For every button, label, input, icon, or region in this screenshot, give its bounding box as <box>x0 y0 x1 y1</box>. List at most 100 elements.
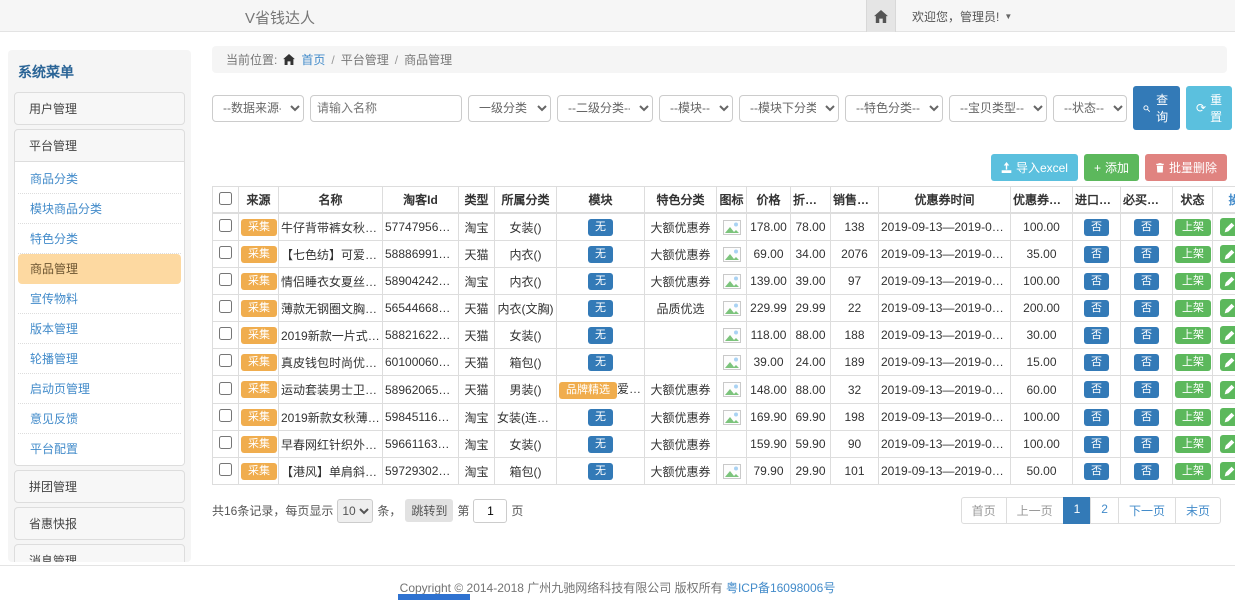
import-select-toggle[interactable]: 否 <box>1084 219 1109 236</box>
edit-button[interactable] <box>1220 408 1235 426</box>
import-select-toggle[interactable]: 否 <box>1084 273 1109 290</box>
user-menu[interactable]: 欢迎您，管理员! ▼ <box>912 8 1012 25</box>
must-buy-toggle[interactable]: 否 <box>1134 381 1159 398</box>
per-page-select[interactable]: 10 <box>337 499 373 523</box>
filter-select-数据来源[interactable]: --数据来源-- <box>212 95 304 122</box>
sidebar-item-版本管理[interactable]: 版本管理 <box>18 314 181 344</box>
row-checkbox[interactable] <box>219 409 232 422</box>
add-button[interactable]: + 添加 <box>1084 154 1139 181</box>
status-badge[interactable]: 上架 <box>1175 246 1211 263</box>
sidebar: 系统菜单 用户管理平台管理商品分类模块商品分类特色分类商品管理宣传物料版本管理轮… <box>8 50 191 562</box>
edit-button[interactable] <box>1220 218 1235 236</box>
cell-source: 采集 <box>239 458 279 485</box>
filter-select-宝贝类型[interactable]: --宝贝类型-- <box>949 95 1047 122</box>
status-badge[interactable]: 上架 <box>1175 436 1211 453</box>
sidebar-item-平台配置[interactable]: 平台配置 <box>18 434 181 463</box>
jump-prefix: 第 <box>457 502 469 519</box>
row-checkbox[interactable] <box>219 300 232 313</box>
row-checkbox[interactable] <box>219 463 232 476</box>
edit-button[interactable] <box>1220 245 1235 263</box>
edit-button[interactable] <box>1220 326 1235 344</box>
must-buy-toggle[interactable]: 否 <box>1134 354 1159 371</box>
import-select-toggle[interactable]: 否 <box>1084 354 1109 371</box>
table-row: 采集【七色纺】可爱纯棉家...588869917501天猫内衣()无大额优惠券6… <box>213 241 1235 268</box>
must-buy-toggle[interactable]: 否 <box>1134 300 1159 317</box>
sidebar-item-商品管理[interactable]: 商品管理 <box>18 254 181 284</box>
status-badge[interactable]: 上架 <box>1175 409 1211 426</box>
page-button-1[interactable]: 1 <box>1063 497 1092 524</box>
cell-discount-price: 39.00 <box>791 268 831 295</box>
row-checkbox[interactable] <box>219 219 232 232</box>
page-button-下一页[interactable]: 下一页 <box>1118 497 1176 524</box>
edit-button[interactable] <box>1220 353 1235 371</box>
must-buy-toggle[interactable]: 否 <box>1134 273 1159 290</box>
sidebar-item-启动页管理[interactable]: 启动页管理 <box>18 374 181 404</box>
row-checkbox[interactable] <box>219 327 232 340</box>
page-button-末页[interactable]: 末页 <box>1175 497 1221 524</box>
import-excel-button[interactable]: 导入excel <box>991 154 1078 181</box>
jump-button[interactable]: 跳转到 <box>405 499 453 522</box>
sidebar-item-轮播管理[interactable]: 轮播管理 <box>18 344 181 374</box>
import-select-toggle[interactable]: 否 <box>1084 300 1109 317</box>
status-badge[interactable]: 上架 <box>1175 354 1211 371</box>
filter-select-特色分类[interactable]: --特色分类-- <box>845 95 943 122</box>
filter-select-模块下分类[interactable]: --模块下分类-- <box>739 95 839 122</box>
edit-button[interactable] <box>1220 381 1235 399</box>
sidebar-group-拼团管理[interactable]: 拼团管理 <box>15 471 184 502</box>
status-badge[interactable]: 上架 <box>1175 327 1211 344</box>
must-buy-toggle[interactable]: 否 <box>1134 219 1159 236</box>
batch-delete-button[interactable]: 批量删除 <box>1145 154 1227 181</box>
import-select-toggle[interactable]: 否 <box>1084 246 1109 263</box>
search-button[interactable]: 查询 <box>1133 86 1180 130</box>
sidebar-group-消息管理[interactable]: 消息管理 <box>15 545 184 562</box>
edit-button[interactable] <box>1220 435 1235 453</box>
sidebar-group-平台管理[interactable]: 平台管理 <box>15 130 184 161</box>
must-buy-toggle[interactable]: 否 <box>1134 327 1159 344</box>
sidebar-group-省惠快报[interactable]: 省惠快报 <box>15 508 184 539</box>
page-number-input[interactable] <box>473 499 507 523</box>
must-buy-toggle[interactable]: 否 <box>1134 436 1159 453</box>
icp-link[interactable]: 粤ICP备16098006号 <box>726 581 835 595</box>
sidebar-item-意见反馈[interactable]: 意见反馈 <box>18 404 181 434</box>
import-select-toggle[interactable]: 否 <box>1084 381 1109 398</box>
status-badge[interactable]: 上架 <box>1175 219 1211 236</box>
sidebar-item-模块商品分类[interactable]: 模块商品分类 <box>18 194 181 224</box>
must-buy-toggle[interactable]: 否 <box>1134 409 1159 426</box>
row-checkbox[interactable] <box>219 436 232 449</box>
column-header-图标: 图标 <box>717 187 747 214</box>
row-checkbox[interactable] <box>219 354 232 367</box>
row-checkbox[interactable] <box>219 246 232 259</box>
cell-name: 早春网红针织外套女春... <box>279 431 383 458</box>
filter-select-一级分类[interactable]: 一级分类 <box>468 95 551 122</box>
row-checkbox[interactable] <box>219 382 232 395</box>
filter-select-模块[interactable]: --模块-- <box>659 95 733 122</box>
reset-button[interactable]: ⟳重置 <box>1186 86 1232 130</box>
sidebar-item-商品分类[interactable]: 商品分类 <box>18 164 181 194</box>
product-thumb-icon <box>723 220 741 235</box>
sidebar-group-用户管理[interactable]: 用户管理 <box>15 93 184 124</box>
home-button[interactable] <box>866 0 896 32</box>
import-select-toggle[interactable]: 否 <box>1084 327 1109 344</box>
status-badge[interactable]: 上架 <box>1175 381 1211 398</box>
edit-button[interactable] <box>1220 462 1235 480</box>
status-badge[interactable]: 上架 <box>1175 463 1211 480</box>
must-buy-toggle[interactable]: 否 <box>1134 246 1159 263</box>
filter-select-状态[interactable]: --状态-- <box>1053 95 1127 122</box>
status-badge[interactable]: 上架 <box>1175 273 1211 290</box>
sidebar-item-特色分类[interactable]: 特色分类 <box>18 224 181 254</box>
name-search-input[interactable] <box>310 95 462 122</box>
edit-button[interactable] <box>1220 272 1235 290</box>
breadcrumb-home-link[interactable]: 首页 <box>301 51 325 68</box>
page-button-2[interactable]: 2 <box>1090 497 1119 524</box>
import-select-toggle[interactable]: 否 <box>1084 463 1109 480</box>
sidebar-item-宣传物料[interactable]: 宣传物料 <box>18 284 181 314</box>
edit-button[interactable] <box>1220 299 1235 317</box>
import-select-toggle[interactable]: 否 <box>1084 436 1109 453</box>
must-buy-toggle[interactable]: 否 <box>1134 463 1159 480</box>
select-all-checkbox[interactable] <box>219 192 232 205</box>
status-badge[interactable]: 上架 <box>1175 300 1211 317</box>
import-select-toggle[interactable]: 否 <box>1084 409 1109 426</box>
filter-select-二级分类[interactable]: --二级分类-- <box>557 95 653 122</box>
row-checkbox[interactable] <box>219 273 232 286</box>
product-thumb-icon <box>723 274 741 289</box>
